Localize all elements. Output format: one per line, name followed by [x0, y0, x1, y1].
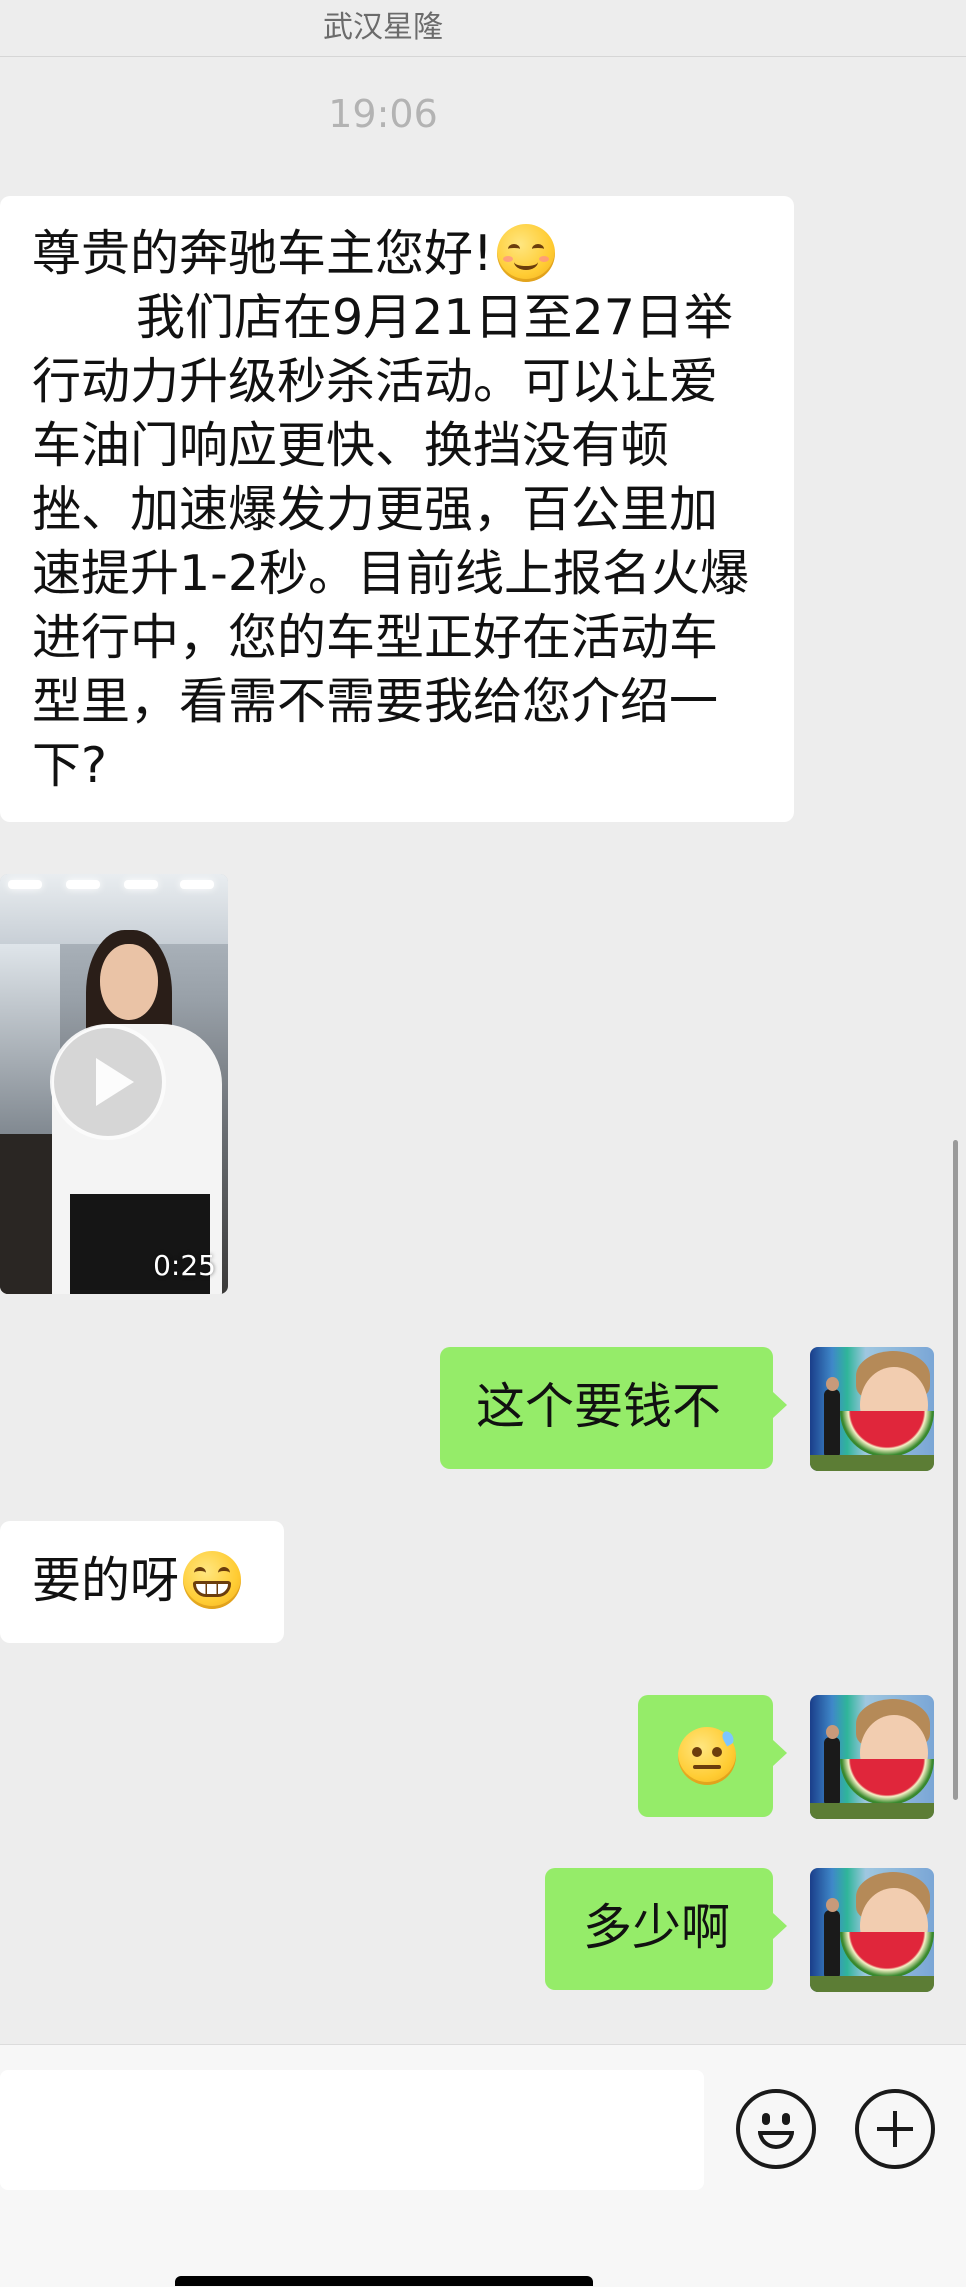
avatar-figure-head [826, 1898, 839, 1912]
grinning-face-emoji-icon [183, 1550, 242, 1609]
ceiling-light [180, 880, 214, 889]
bubble-tail [773, 1392, 787, 1418]
avatar-grass [810, 1803, 934, 1819]
avatar-figure [824, 1389, 840, 1459]
avatar-figure-head [826, 1377, 839, 1391]
message-timestamp: 19:06 [328, 92, 438, 136]
scrollbar[interactable] [953, 1140, 958, 1800]
promo-greeting-line: 尊贵的奔驰车主您好! [32, 222, 764, 286]
avatar-figure [824, 1737, 840, 1807]
video-thumbnail-face [100, 944, 158, 1020]
avatar[interactable] [810, 1695, 934, 1819]
video-duration: 0:25 [153, 1249, 216, 1282]
promo-greeting: 尊贵的奔驰车主您好! [32, 225, 493, 282]
bubble-tail [773, 1913, 787, 1939]
incoming-message-text: 要的呀 [32, 1552, 180, 1609]
outgoing-message[interactable]: 这个要钱不 [440, 1347, 773, 1469]
video-thumbnail-window [0, 944, 60, 1144]
chat-title: 武汉星隆 [323, 10, 443, 45]
ceiling-light [66, 880, 100, 889]
video-message[interactable]: 0:25 [0, 874, 228, 1294]
avatar-watermelon [840, 1411, 934, 1457]
promo-body: 我们店在9月21日至27日举行动力升级秒杀活动。可以让爱车油门响应更快、换挡没有… [32, 289, 750, 794]
avatar-grass [810, 1455, 934, 1471]
ceiling-light [124, 880, 158, 889]
avatar-watermelon [840, 1759, 934, 1805]
outgoing-emoji-message[interactable] [638, 1695, 773, 1817]
bubble-tail [773, 1740, 787, 1766]
plus-icon[interactable] [855, 2089, 935, 2169]
avatar-grass [810, 1976, 934, 1992]
incoming-message[interactable]: 要的呀 [0, 1521, 284, 1643]
home-indicator [175, 2276, 593, 2286]
avatar-figure-head [826, 1725, 839, 1739]
avatar-figure [824, 1910, 840, 1980]
emoji-icon[interactable] [736, 2089, 816, 2169]
input-bar [0, 2044, 966, 2287]
avatar[interactable] [810, 1347, 934, 1471]
incoming-message-promo[interactable]: 尊贵的奔驰车主您好! 我们店在9月21日至27日举行动力升级秒杀活动。可以让爱车… [0, 196, 794, 822]
outgoing-message[interactable]: 多少啊 [545, 1868, 773, 1990]
chat-header: 武汉星隆 [0, 0, 966, 57]
awkward-face-emoji-icon [678, 1726, 736, 1785]
avatar[interactable] [810, 1868, 934, 1992]
play-icon[interactable] [50, 1024, 166, 1140]
ceiling-light [8, 880, 42, 889]
avatar-watermelon [840, 1932, 934, 1978]
smiling-face-emoji-icon [496, 223, 555, 282]
message-input[interactable] [0, 2070, 704, 2190]
